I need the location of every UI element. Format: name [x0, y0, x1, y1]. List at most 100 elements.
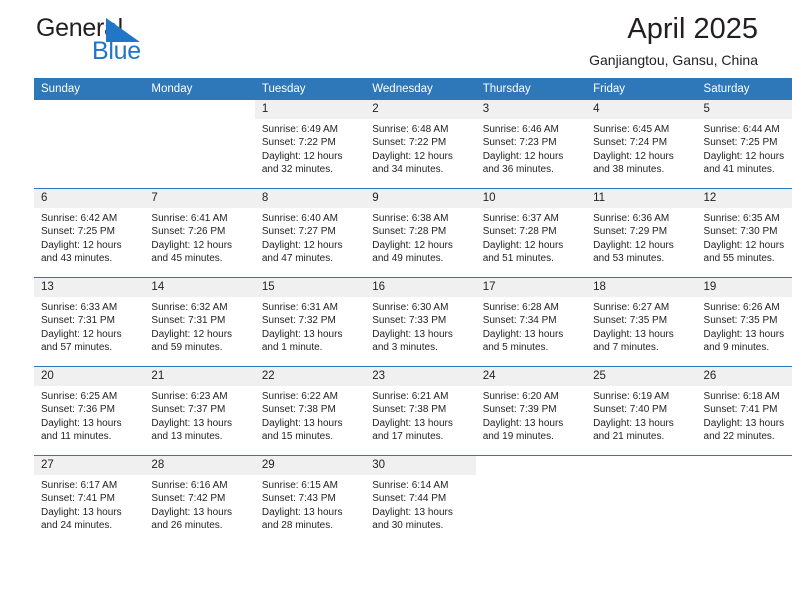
page-subtitle: Ganjiangtou, Gansu, China [589, 52, 758, 68]
day-info-line: Sunset: 7:26 PM [151, 226, 226, 238]
day-info-line: Sunrise: 6:44 AM [703, 124, 780, 135]
day-number [475, 456, 587, 475]
day-info-line: Sunset: 7:31 PM [41, 315, 115, 327]
calendar-week-row: 1 Sunrise: 6:49 AM Sunset: 7:22 PM Daylight… [34, 100, 792, 189]
day-info-line: Sunset: 7:22 PM [372, 137, 447, 149]
calendar-day-cell[interactable]: 27 Sunrise: 6:17 AM Sunset: 7:41 PM Dayligh… [34, 456, 145, 545]
day-info-line: Sunset: 7:41 PM [41, 493, 115, 505]
day-info-line: and 24 minutes. [41, 520, 113, 532]
day-cell-inner: 14 Sunrise: 6:32 AM Sunset: 7:31 PM Dayligh… [144, 278, 255, 366]
weekday-header-monday: Monday [144, 78, 255, 100]
calendar-day-cell[interactable]: 30 Sunrise: 6:14 AM Sunset: 7:44 PM Dayligh… [365, 456, 476, 545]
day-cell-inner: 6 Sunrise: 6:42 AM Sunset: 7:25 PM Daylight… [34, 189, 145, 277]
day-info-line: and 57 minutes. [41, 342, 113, 354]
calendar-day-cell[interactable]: 21 Sunrise: 6:23 AM Sunset: 7:37 PM Dayligh… [144, 366, 255, 456]
calendar-day-cell[interactable]: 19 Sunrise: 6:26 AM Sunset: 7:35 PM Dayligh… [696, 277, 792, 367]
day-info-line: Daylight: 12 hours [593, 150, 674, 162]
day-info-line: Sunset: 7:23 PM [482, 137, 557, 149]
calendar-day-cell[interactable]: 12 Sunrise: 6:35 AM Sunset: 7:30 PM Dayligh… [696, 188, 792, 278]
day-info-line: and 43 minutes. [41, 253, 113, 265]
day-info-line: and 7 minutes. [593, 342, 659, 354]
day-info-line: Daylight: 13 hours [593, 328, 674, 340]
day-cell-inner: 5 Sunrise: 6:44 AM Sunset: 7:25 PM Daylight… [696, 100, 792, 188]
calendar-day-cell[interactable]: 1 Sunrise: 6:49 AM Sunset: 7:22 PM Daylight… [254, 100, 366, 189]
calendar-day-cell[interactable]: 18 Sunrise: 6:27 AM Sunset: 7:35 PM Dayligh… [586, 277, 697, 367]
day-info-line: Daylight: 12 hours [593, 239, 674, 251]
calendar-day-cell[interactable]: 16 Sunrise: 6:30 AM Sunset: 7:33 PM Dayligh… [365, 277, 476, 367]
day-cell-inner: 15 Sunrise: 6:31 AM Sunset: 7:32 PM Dayligh… [254, 278, 366, 366]
calendar-day-cell[interactable]: 23 Sunrise: 6:21 AM Sunset: 7:38 PM Dayligh… [365, 366, 476, 456]
day-cell-inner: 9 Sunrise: 6:38 AM Sunset: 7:28 PM Daylight… [365, 189, 476, 277]
day-info-line: Sunrise: 6:15 AM [261, 480, 338, 491]
day-info-line: and 34 minutes. [372, 164, 444, 176]
day-number: 23 [365, 367, 476, 386]
day-sun-info [34, 119, 144, 123]
day-cell-inner: 7 Sunrise: 6:41 AM Sunset: 7:26 PM Daylight… [144, 189, 255, 277]
calendar-day-cell[interactable] [475, 456, 587, 545]
day-info-line: Sunrise: 6:45 AM [593, 124, 670, 135]
day-info-line: Daylight: 13 hours [482, 417, 564, 429]
calendar-day-cell[interactable]: 22 Sunrise: 6:22 AM Sunset: 7:38 PM Dayligh… [254, 366, 366, 456]
day-cell-inner: 23 Sunrise: 6:21 AM Sunset: 7:38 PM Dayligh… [365, 367, 476, 455]
weekday-header-thursday: Thursday [475, 78, 587, 100]
calendar-day-cell[interactable]: 11 Sunrise: 6:36 AM Sunset: 7:29 PM Dayligh… [586, 188, 697, 278]
calendar-day-cell[interactable]: 14 Sunrise: 6:32 AM Sunset: 7:31 PM Dayligh… [144, 277, 255, 367]
day-info-line: Daylight: 13 hours [151, 417, 233, 429]
day-cell-inner: 4 Sunrise: 6:45 AM Sunset: 7:24 PM Daylight… [586, 100, 697, 188]
day-info-line: Daylight: 13 hours [703, 328, 785, 340]
calendar-day-cell[interactable]: 20 Sunrise: 6:25 AM Sunset: 7:36 PM Dayligh… [34, 366, 145, 456]
calendar-day-cell[interactable]: 28 Sunrise: 6:16 AM Sunset: 7:42 PM Dayligh… [144, 456, 255, 545]
calendar-day-cell[interactable]: 15 Sunrise: 6:31 AM Sunset: 7:32 PM Dayligh… [254, 277, 366, 367]
calendar-day-cell[interactable]: 29 Sunrise: 6:15 AM Sunset: 7:43 PM Dayligh… [254, 456, 366, 545]
weekday-header-friday: Friday [586, 78, 697, 100]
day-cell-inner: 3 Sunrise: 6:46 AM Sunset: 7:23 PM Daylight… [475, 100, 587, 188]
calendar-day-cell[interactable]: 10 Sunrise: 6:37 AM Sunset: 7:28 PM Dayligh… [475, 188, 587, 278]
day-number: 6 [34, 189, 145, 208]
calendar-day-cell[interactable]: 4 Sunrise: 6:45 AM Sunset: 7:24 PM Daylight… [586, 100, 697, 189]
day-cell-inner [34, 100, 145, 188]
day-info-line: Daylight: 12 hours [703, 150, 785, 162]
day-info-line: Daylight: 13 hours [261, 328, 343, 340]
day-info-line: Sunset: 7:28 PM [482, 226, 557, 238]
day-info-line: Sunset: 7:35 PM [703, 315, 778, 327]
day-info-line: Sunrise: 6:27 AM [593, 302, 670, 313]
day-cell-inner: 21 Sunrise: 6:23 AM Sunset: 7:37 PM Dayligh… [144, 367, 255, 455]
calendar-day-cell[interactable]: 8 Sunrise: 6:40 AM Sunset: 7:27 PM Daylight… [254, 188, 366, 278]
day-info-line: Sunset: 7:43 PM [261, 493, 336, 505]
calendar-day-cell[interactable] [34, 100, 145, 189]
day-info-line: and 22 minutes. [703, 431, 775, 443]
calendar-day-cell[interactable]: 25 Sunrise: 6:19 AM Sunset: 7:40 PM Dayligh… [586, 366, 697, 456]
calendar-day-cell[interactable] [144, 100, 255, 189]
day-cell-inner: 13 Sunrise: 6:33 AM Sunset: 7:31 PM Dayligh… [34, 278, 145, 366]
day-sun-info [476, 475, 586, 479]
day-info-line: Sunrise: 6:41 AM [151, 213, 228, 224]
day-info-line: Sunset: 7:38 PM [372, 404, 447, 416]
calendar-day-cell[interactable] [696, 456, 792, 545]
day-cell-inner: 8 Sunrise: 6:40 AM Sunset: 7:27 PM Daylight… [254, 189, 366, 277]
day-number: 19 [696, 278, 792, 297]
day-info-line: Sunrise: 6:25 AM [41, 391, 118, 402]
day-info-line: Daylight: 13 hours [41, 506, 122, 518]
day-sun-info: Sunrise: 6:15 AM Sunset: 7:43 PM Daylight:… [255, 475, 365, 533]
calendar-day-cell[interactable] [586, 456, 697, 545]
calendar-day-cell[interactable]: 13 Sunrise: 6:33 AM Sunset: 7:31 PM Dayligh… [34, 277, 145, 367]
calendar-day-cell[interactable]: 6 Sunrise: 6:42 AM Sunset: 7:25 PM Daylight… [34, 188, 145, 278]
day-info-line: Daylight: 12 hours [372, 150, 453, 162]
calendar-day-cell[interactable]: 26 Sunrise: 6:18 AM Sunset: 7:41 PM Dayligh… [696, 366, 792, 456]
calendar-day-cell[interactable]: 2 Sunrise: 6:48 AM Sunset: 7:22 PM Daylight… [365, 100, 476, 189]
day-cell-inner: 22 Sunrise: 6:22 AM Sunset: 7:38 PM Dayligh… [254, 367, 366, 455]
calendar-day-cell[interactable]: 7 Sunrise: 6:41 AM Sunset: 7:26 PM Daylight… [144, 188, 255, 278]
day-cell-inner: 27 Sunrise: 6:17 AM Sunset: 7:41 PM Dayligh… [34, 456, 145, 544]
day-sun-info: Sunrise: 6:26 AM Sunset: 7:35 PM Daylight:… [697, 297, 792, 355]
day-cell-inner: 20 Sunrise: 6:25 AM Sunset: 7:36 PM Dayligh… [34, 367, 145, 455]
brand-name-blue: Blue [92, 37, 141, 65]
calendar-day-cell[interactable]: 24 Sunrise: 6:20 AM Sunset: 7:39 PM Dayligh… [475, 366, 587, 456]
day-number: 27 [34, 456, 145, 475]
calendar-day-cell[interactable]: 17 Sunrise: 6:28 AM Sunset: 7:34 PM Dayligh… [475, 277, 587, 367]
calendar-day-cell[interactable]: 3 Sunrise: 6:46 AM Sunset: 7:23 PM Daylight… [475, 100, 587, 189]
day-sun-info: Sunrise: 6:44 AM Sunset: 7:25 PM Daylight:… [697, 119, 792, 177]
calendar-day-cell[interactable]: 9 Sunrise: 6:38 AM Sunset: 7:28 PM Daylight… [365, 188, 476, 278]
calendar-day-cell[interactable]: 5 Sunrise: 6:44 AM Sunset: 7:25 PM Daylight… [696, 100, 792, 189]
brand-logo[interactable]: General Blue [36, 14, 236, 66]
day-info-line: and 15 minutes. [261, 431, 334, 443]
